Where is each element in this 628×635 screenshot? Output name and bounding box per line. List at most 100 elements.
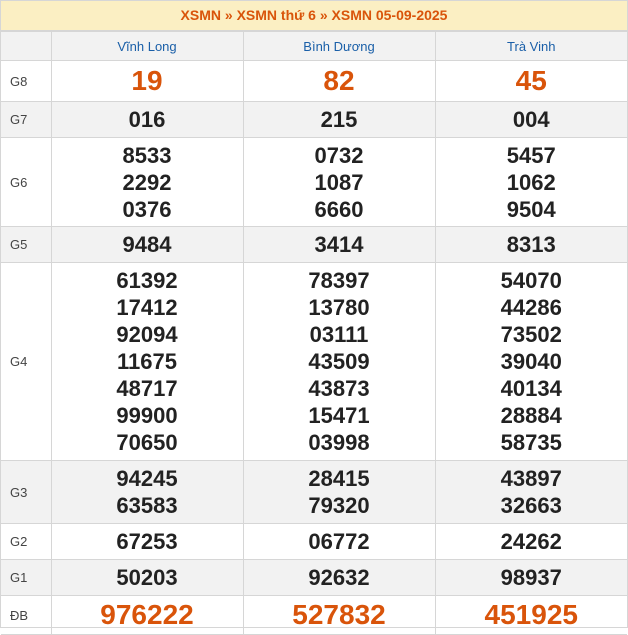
prize-number: 94245 bbox=[116, 466, 178, 491]
prize-cell: 94245 63583 bbox=[50, 460, 244, 524]
prize-row: G5 9484 3414 8313 bbox=[1, 226, 627, 263]
prize-cell: 61392 17412 92094 11675 48717 99900 70650 bbox=[50, 262, 244, 461]
prize-cell: 215 bbox=[242, 101, 436, 138]
prize-number: 43897 bbox=[500, 466, 562, 491]
breadcrumb-xsmn-friday[interactable]: XSMN thứ 6 bbox=[237, 7, 316, 23]
prize-cell: 24262 bbox=[434, 523, 627, 560]
prize-number: 63583 bbox=[116, 493, 178, 518]
prize-number: 0732 bbox=[314, 142, 364, 168]
prize-cell: 78397 13780 03111 43509 43873 15471 03998 bbox=[242, 262, 436, 461]
prize-cell: 67253 bbox=[50, 523, 244, 560]
prize-cell: 016 bbox=[50, 101, 244, 138]
prize-row: ĐB 976222 527832 451925 bbox=[1, 595, 627, 635]
prize-row: G8 19 82 45 bbox=[1, 60, 627, 102]
prize-cell: 004 bbox=[434, 101, 627, 138]
breadcrumb: XSMN » XSMN thứ 6 » XSMN 05-09-2025 bbox=[1, 1, 627, 31]
prize-number: 50203 bbox=[116, 565, 178, 590]
prize-cell: 82 bbox=[242, 60, 436, 102]
prize-cell: 92632 bbox=[242, 559, 436, 596]
prize-number: 6660 bbox=[314, 196, 364, 222]
prize-number: 9504 bbox=[506, 196, 556, 222]
prize-cell: 06772 bbox=[242, 523, 436, 560]
prize-row: G1 50203 92632 98937 bbox=[1, 559, 627, 596]
prize-number: 24262 bbox=[500, 529, 562, 554]
prize-number: 2292 bbox=[122, 169, 172, 195]
prize-number: 11675 bbox=[117, 349, 177, 374]
prize-number: 39040 bbox=[500, 349, 562, 374]
prize-cell: 9484 bbox=[50, 226, 244, 263]
prize-number: 61392 bbox=[116, 268, 178, 293]
prize-label: G5 bbox=[1, 226, 52, 263]
province-header-row: Vĩnh Long Bình Dương Trà Vinh bbox=[1, 31, 627, 61]
prize-number: 73502 bbox=[500, 322, 562, 347]
prize-number: 43873 bbox=[308, 376, 370, 401]
prize-cell: 98937 bbox=[434, 559, 627, 596]
prize-number: 0376 bbox=[122, 196, 172, 222]
breadcrumb-separator: » bbox=[224, 7, 233, 23]
prize-number: 8533 bbox=[122, 142, 172, 168]
prize-number: 9484 bbox=[122, 232, 172, 257]
results-table-container: XSMN » XSMN thứ 6 » XSMN 05-09-2025 Vĩnh… bbox=[0, 0, 628, 635]
prize-number: 78397 bbox=[308, 268, 370, 293]
prize-row: G6 8533 2292 0376 0732 1087 6660 5457 1062 9504 bbox=[1, 137, 627, 227]
prize-row: G7 016 215 004 bbox=[1, 101, 627, 138]
prize-number: 82 bbox=[323, 65, 355, 96]
prize-cell: 28415 79320 bbox=[242, 460, 436, 524]
breadcrumb-separator: » bbox=[319, 7, 328, 23]
prize-cell: 451925 bbox=[434, 595, 627, 635]
prize-number: 3414 bbox=[314, 232, 364, 257]
header-blank-cell bbox=[1, 31, 52, 61]
prize-cell: 976222 bbox=[50, 595, 244, 635]
prize-number: 70650 bbox=[116, 430, 178, 455]
prize-number: 15471 bbox=[308, 403, 370, 428]
prize-number: 45 bbox=[515, 65, 547, 96]
prize-cell: 8533 2292 0376 bbox=[50, 137, 244, 227]
prize-label: G3 bbox=[1, 460, 52, 524]
prize-cell: 50203 bbox=[50, 559, 244, 596]
prize-number: 32663 bbox=[500, 493, 562, 518]
prize-cell: 0732 1087 6660 bbox=[242, 137, 436, 227]
prize-number: 43509 bbox=[308, 349, 370, 374]
prize-cell: 527832 bbox=[242, 595, 436, 635]
prize-number: 215 bbox=[320, 107, 358, 132]
prize-number: 17412 bbox=[116, 295, 178, 320]
prize-number: 03111 bbox=[309, 322, 369, 347]
prize-number: 28415 bbox=[308, 466, 370, 491]
prize-label: G1 bbox=[1, 559, 52, 596]
breadcrumb-xsmn[interactable]: XSMN bbox=[181, 7, 221, 23]
breadcrumb-xsmn-date[interactable]: XSMN 05-09-2025 bbox=[332, 7, 448, 23]
prize-number: 1062 bbox=[506, 169, 556, 195]
prize-label: G8 bbox=[1, 60, 52, 102]
province-name[interactable]: Bình Dương bbox=[242, 31, 436, 61]
prize-number: 58735 bbox=[500, 430, 562, 455]
prize-number: 5457 bbox=[506, 142, 556, 168]
prize-number: 48717 bbox=[116, 376, 178, 401]
prize-label: G6 bbox=[1, 137, 52, 227]
results-table: Vĩnh Long Bình Dương Trà Vinh G8 19 82 45 G7… bbox=[1, 31, 627, 635]
prize-label: G2 bbox=[1, 523, 52, 560]
province-name[interactable]: Vĩnh Long bbox=[50, 31, 244, 61]
prize-number: 03998 bbox=[308, 430, 370, 455]
prize-row: G2 67253 06772 24262 bbox=[1, 523, 627, 560]
prize-number: 54070 bbox=[500, 268, 562, 293]
prize-cell: 5457 1062 9504 bbox=[434, 137, 627, 227]
prize-number: 92632 bbox=[308, 565, 370, 590]
prize-number: 06772 bbox=[308, 529, 370, 554]
prize-number: 44286 bbox=[500, 295, 562, 320]
prize-number: 40134 bbox=[500, 376, 562, 401]
prize-number: 8313 bbox=[506, 232, 556, 257]
prize-cell: 8313 bbox=[434, 226, 627, 263]
prize-row: G4 61392 17412 92094 11675 48717 99900 70650 783… bbox=[1, 262, 627, 461]
prize-number: 13780 bbox=[308, 295, 370, 320]
prize-number: 016 bbox=[128, 107, 166, 132]
prize-number: 28884 bbox=[500, 403, 562, 428]
prize-number: 98937 bbox=[500, 565, 562, 590]
province-name[interactable]: Trà Vinh bbox=[434, 31, 627, 61]
prize-number: 92094 bbox=[116, 322, 178, 347]
prize-cell: 19 bbox=[50, 60, 244, 102]
prize-label: ĐB bbox=[1, 595, 52, 635]
prize-number: 1087 bbox=[314, 169, 364, 195]
prize-number: 67253 bbox=[116, 529, 178, 554]
prize-cell: 54070 44286 73502 39040 40134 28884 58735 bbox=[434, 262, 627, 461]
prize-number: 99900 bbox=[116, 403, 178, 428]
